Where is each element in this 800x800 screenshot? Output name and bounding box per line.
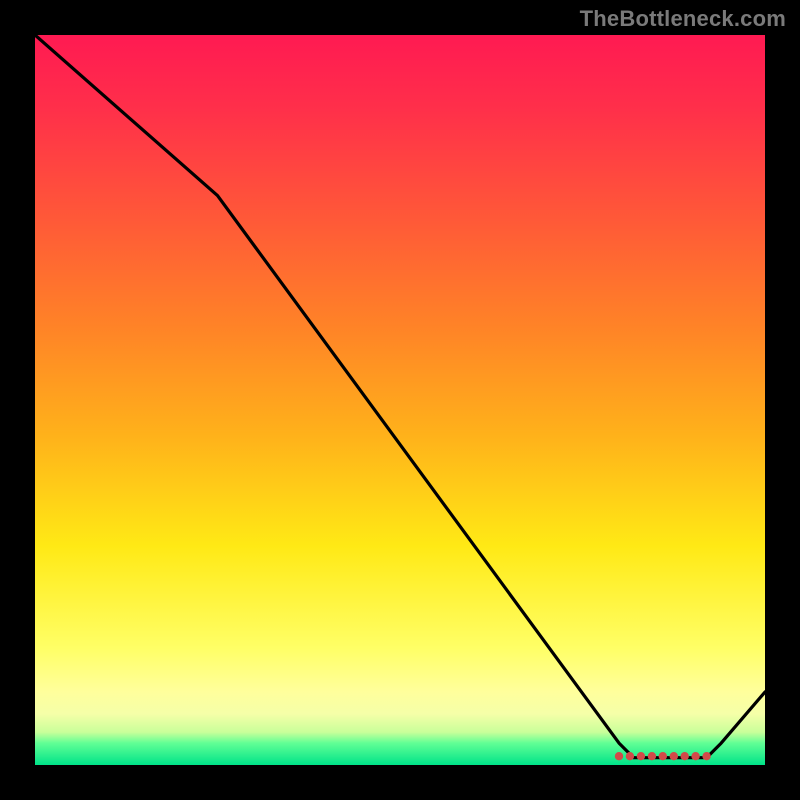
- marker-dot: [637, 752, 645, 760]
- attribution-text: TheBottleneck.com: [580, 6, 786, 32]
- chart-svg: [35, 35, 765, 765]
- chart-line: [35, 35, 765, 758]
- marker-dot: [659, 752, 667, 760]
- marker-dot: [691, 752, 699, 760]
- marker-dot: [670, 752, 678, 760]
- chart-frame: TheBottleneck.com: [0, 0, 800, 800]
- marker-dot: [615, 752, 623, 760]
- marker-dot: [648, 752, 656, 760]
- marker-dot: [681, 752, 689, 760]
- marker-dot: [702, 752, 710, 760]
- marker-group: [615, 752, 711, 760]
- marker-dot: [626, 752, 634, 760]
- plot-area: [35, 35, 765, 765]
